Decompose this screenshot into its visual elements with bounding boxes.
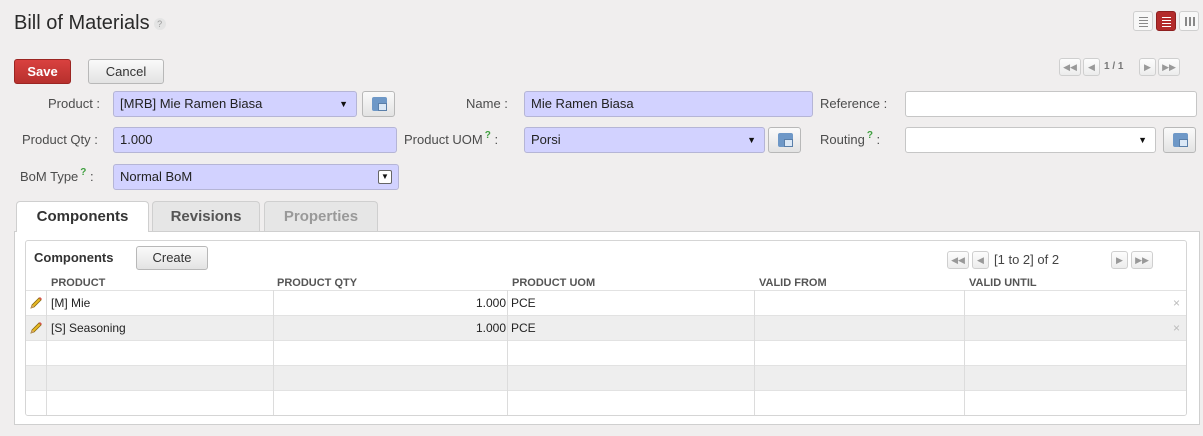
product-field[interactable]: [MRB] Mie Ramen Biasa ▼ [113,91,357,117]
pager-first-button[interactable]: ◀◀ [1059,58,1081,76]
bom-type-select[interactable]: Normal BoM ▼ [113,164,399,190]
column-header-product-qty[interactable]: PRODUCT QTY [277,277,357,290]
bom-type-label: BoM Type? : [20,164,94,192]
cancel-button[interactable]: Cancel [88,59,164,84]
list-view-icon[interactable] [1133,11,1153,31]
components-pager-text: [1 to 2] of 2 [994,252,1060,267]
product-uom-field[interactable]: Porsi ▼ [524,127,765,153]
empty-row [26,365,1186,390]
cell-product-qty: 1.000 [475,321,506,335]
external-link-icon [1173,133,1188,147]
column-header-valid-from[interactable]: VALID FROM [759,277,827,290]
column-divider [273,290,274,415]
external-link-icon [372,97,387,111]
help-icon[interactable]: ? [153,17,166,30]
help-icon[interactable]: ? [867,130,873,141]
column-header-valid-until[interactable]: VALID UNTIL [969,277,1037,290]
column-divider [46,290,47,415]
save-button[interactable]: Save [14,59,71,84]
external-link-icon [778,133,793,147]
product-open-button[interactable] [362,91,395,117]
delete-row-icon[interactable]: × [1173,316,1180,340]
empty-row [26,390,1186,415]
empty-row [26,340,1186,365]
components-list: Components Create ◀◀ ◀ [1 to 2] of 2 ▶ ▶… [25,240,1187,416]
product-label: Product : [48,96,101,111]
pager-prev-button[interactable]: ◀ [1083,58,1100,76]
kanban-view-icon[interactable] [1179,11,1199,31]
column-header-product-uom[interactable]: PRODUCT UOM [512,277,595,290]
product-value: [MRB] Mie Ramen Biasa [120,96,263,111]
cell-product-uom: PCE [511,296,536,310]
column-divider [754,290,755,415]
create-button[interactable]: Create [136,246,208,270]
product-qty-label: Product Qty : [22,132,98,147]
routing-label-text: Routing [820,132,865,147]
pager-next-button[interactable]: ▶ [1111,251,1128,269]
product-uom-open-button[interactable] [768,127,801,153]
routing-label: Routing? : [820,127,880,155]
pager-last-button[interactable]: ▶▶ [1158,58,1180,76]
edit-pencil-icon[interactable] [29,296,43,310]
product-uom-label-text: Product UOM [404,132,483,147]
pager-first-button[interactable]: ◀◀ [947,251,969,269]
record-pager-value: 1 / 1 [1104,61,1124,72]
bom-type-value: Normal BoM [120,169,193,184]
column-divider [964,290,965,415]
product-qty-field[interactable]: 1.000 [113,127,397,153]
help-icon[interactable]: ? [485,130,491,141]
pager-next-button[interactable]: ▶ [1139,58,1156,76]
components-title: Components [34,250,114,265]
reference-field[interactable] [905,91,1197,117]
chevron-down-icon[interactable]: ▼ [1138,128,1147,152]
tab-properties[interactable]: Properties [264,201,378,231]
help-icon[interactable]: ? [80,167,86,178]
page-title-text: Bill of Materials [14,12,150,34]
column-header-product[interactable]: PRODUCT [51,277,105,290]
routing-colon: : [876,132,881,147]
cell-product-qty: 1.000 [475,296,506,310]
bom-type-label-text: BoM Type [20,169,79,184]
select-arrow-icon[interactable]: ▼ [378,170,392,184]
edit-pencil-icon[interactable] [29,321,43,335]
chevron-down-icon[interactable]: ▼ [339,92,348,116]
column-divider [507,290,508,415]
bom-type-colon: : [90,169,94,184]
table-row[interactable]: [S] Seasoning 1.000 PCE × [26,315,1186,340]
cell-product: [M] Mie [51,296,91,310]
pager-prev-button[interactable]: ◀ [972,251,989,269]
reference-label: Reference : [820,96,888,111]
routing-open-button[interactable] [1163,127,1196,153]
routing-field[interactable]: ▼ [905,127,1156,153]
pager-last-button[interactable]: ▶▶ [1131,251,1153,269]
name-field[interactable]: Mie Ramen Biasa [524,91,813,117]
cell-product: [S] Seasoning [51,321,126,335]
product-uom-label: Product UOM? : [404,127,498,155]
cell-product-uom: PCE [511,321,536,335]
form-view-icon[interactable] [1156,11,1176,31]
table-row[interactable]: [M] Mie 1.000 PCE × [26,290,1186,315]
name-label: Name : [466,96,508,111]
chevron-down-icon[interactable]: ▼ [747,128,756,152]
product-uom-value: Porsi [531,132,561,147]
tab-revisions[interactable]: Revisions [152,201,260,231]
page-title: Bill of Materials? [14,12,166,35]
delete-row-icon[interactable]: × [1173,291,1180,315]
tab-components[interactable]: Components [16,201,149,232]
product-uom-colon: : [494,132,499,147]
